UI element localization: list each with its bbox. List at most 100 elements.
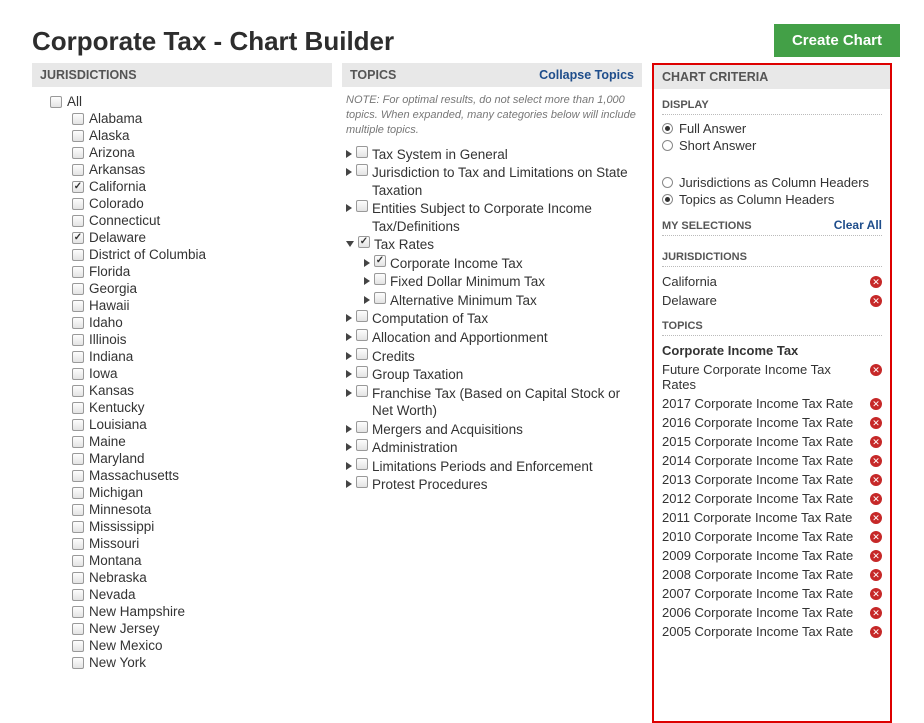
jurisdiction-item[interactable]: Nebraska [72, 569, 332, 586]
jurisdiction-item[interactable]: New Hampshire [72, 603, 332, 620]
topic-item[interactable]: Limitations Periods and Enforcement [342, 458, 642, 477]
checkbox-icon[interactable] [72, 249, 84, 261]
caret-right-icon[interactable] [346, 443, 352, 451]
topic-item[interactable]: Jurisdiction to Tax and Limitations on S… [342, 164, 642, 200]
checkbox-icon[interactable] [72, 334, 84, 346]
radio-icon[interactable] [662, 177, 673, 188]
remove-icon[interactable]: ✕ [870, 398, 882, 410]
topic-item[interactable]: Tax Rates [342, 236, 642, 255]
checkbox-icon[interactable] [72, 657, 84, 669]
jurisdiction-item[interactable]: District of Columbia [72, 246, 332, 263]
checkbox-icon[interactable] [72, 351, 84, 363]
jurisdiction-item[interactable]: Minnesota [72, 501, 332, 518]
checkbox-icon[interactable] [374, 273, 386, 285]
radio-icon[interactable] [662, 140, 673, 151]
checkbox-icon[interactable] [356, 439, 368, 451]
jurisdiction-item[interactable]: Nevada [72, 586, 332, 603]
display-answer-option[interactable]: Short Answer [662, 137, 882, 154]
checkbox-icon[interactable] [356, 366, 368, 378]
topic-item[interactable]: Tax System in General [342, 146, 642, 165]
jurisdiction-item[interactable]: Alaska [72, 127, 332, 144]
jurisdiction-item[interactable]: Delaware [72, 229, 332, 246]
column-header-option[interactable]: Topics as Column Headers [662, 191, 882, 208]
checkbox-icon[interactable] [72, 198, 84, 210]
topic-item[interactable]: Allocation and Apportionment [342, 329, 642, 348]
caret-right-icon[interactable] [364, 259, 370, 267]
remove-icon[interactable]: ✕ [870, 626, 882, 638]
checkbox-icon[interactable] [72, 504, 84, 516]
checkbox-icon[interactable] [356, 164, 368, 176]
jurisdiction-item[interactable]: California [72, 178, 332, 195]
checkbox-icon[interactable] [72, 181, 84, 193]
checkbox-icon[interactable] [72, 606, 84, 618]
checkbox-icon[interactable] [72, 521, 84, 533]
jurisdiction-item[interactable]: Michigan [72, 484, 332, 501]
checkbox-icon[interactable] [356, 146, 368, 158]
checkbox-icon[interactable] [72, 164, 84, 176]
caret-right-icon[interactable] [346, 352, 352, 360]
caret-right-icon[interactable] [346, 150, 352, 158]
caret-right-icon[interactable] [346, 480, 352, 488]
jurisdiction-item[interactable]: New Mexico [72, 637, 332, 654]
checkbox-icon[interactable] [72, 385, 84, 397]
remove-icon[interactable]: ✕ [870, 607, 882, 619]
jurisdiction-item[interactable]: Louisiana [72, 416, 332, 433]
remove-icon[interactable]: ✕ [870, 588, 882, 600]
jurisdiction-item[interactable]: Kentucky [72, 399, 332, 416]
checkbox-icon[interactable] [72, 317, 84, 329]
checkbox-icon[interactable] [356, 348, 368, 360]
jurisdiction-item[interactable]: New York [72, 654, 332, 671]
jurisdiction-item[interactable]: Illinois [72, 331, 332, 348]
jurisdiction-item[interactable]: Arizona [72, 144, 332, 161]
checkbox-icon[interactable] [356, 200, 368, 212]
checkbox-icon[interactable] [356, 421, 368, 433]
collapse-topics-link[interactable]: Collapse Topics [539, 68, 634, 82]
jurisdiction-item[interactable]: Arkansas [72, 161, 332, 178]
remove-icon[interactable]: ✕ [870, 512, 882, 524]
caret-right-icon[interactable] [346, 389, 352, 397]
remove-icon[interactable]: ✕ [870, 493, 882, 505]
checkbox-icon[interactable] [72, 453, 84, 465]
caret-right-icon[interactable] [364, 277, 370, 285]
checkbox-icon[interactable] [72, 300, 84, 312]
jurisdiction-item[interactable]: Hawaii [72, 297, 332, 314]
checkbox-icon[interactable] [356, 476, 368, 488]
caret-right-icon[interactable] [346, 204, 352, 212]
checkbox-icon[interactable] [72, 266, 84, 278]
jurisdiction-item[interactable]: Indiana [72, 348, 332, 365]
caret-right-icon[interactable] [346, 333, 352, 341]
jurisdiction-item[interactable]: Massachusetts [72, 467, 332, 484]
caret-right-icon[interactable] [346, 462, 352, 470]
checkbox-icon[interactable] [72, 419, 84, 431]
caret-right-icon[interactable] [346, 370, 352, 378]
checkbox-icon[interactable] [356, 458, 368, 470]
checkbox-icon[interactable] [72, 572, 84, 584]
jurisdiction-item[interactable]: Maryland [72, 450, 332, 467]
checkbox-icon[interactable] [72, 147, 84, 159]
topic-item[interactable]: Computation of Tax [342, 310, 642, 329]
display-answer-option[interactable]: Full Answer [662, 120, 882, 137]
remove-icon[interactable]: ✕ [870, 474, 882, 486]
jurisdiction-item[interactable]: Montana [72, 552, 332, 569]
remove-icon[interactable]: ✕ [870, 276, 882, 288]
checkbox-icon[interactable] [72, 232, 84, 244]
remove-icon[interactable]: ✕ [870, 455, 882, 467]
checkbox-icon[interactable] [72, 589, 84, 601]
remove-icon[interactable]: ✕ [870, 436, 882, 448]
jurisdiction-item[interactable]: Maine [72, 433, 332, 450]
jurisdiction-item[interactable]: Missouri [72, 535, 332, 552]
checkbox-icon[interactable] [72, 113, 84, 125]
checkbox-icon[interactable] [72, 487, 84, 499]
topic-item[interactable]: Entities Subject to Corporate Income Tax… [342, 200, 642, 236]
jurisdiction-item[interactable]: New Jersey [72, 620, 332, 637]
topic-item[interactable]: Franchise Tax (Based on Capital Stock or… [342, 385, 642, 421]
jurisdiction-all[interactable]: All [50, 93, 332, 110]
checkbox-icon[interactable] [72, 538, 84, 550]
checkbox-icon[interactable] [72, 436, 84, 448]
caret-right-icon[interactable] [346, 425, 352, 433]
remove-icon[interactable]: ✕ [870, 569, 882, 581]
checkbox-icon[interactable] [72, 470, 84, 482]
remove-icon[interactable]: ✕ [870, 550, 882, 562]
radio-icon[interactable] [662, 194, 673, 205]
checkbox-icon[interactable] [72, 215, 84, 227]
